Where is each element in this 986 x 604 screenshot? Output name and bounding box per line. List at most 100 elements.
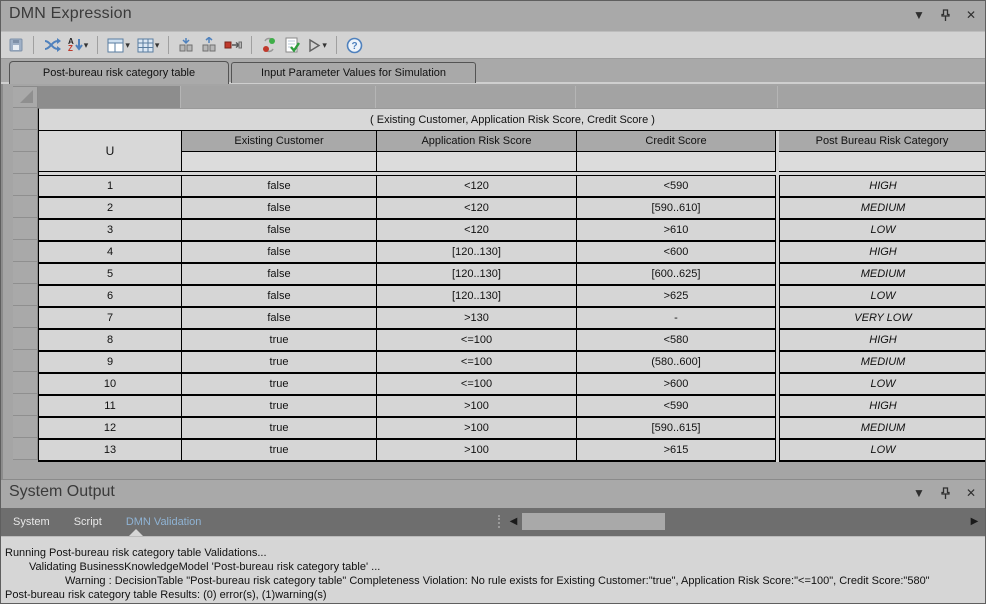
rule-input-cell[interactable]: true (182, 352, 377, 374)
rule-input-cell[interactable]: >615 (577, 440, 776, 462)
rule-output-cell[interactable]: LOW (779, 286, 986, 308)
rule-input-cell[interactable]: <120 (377, 176, 577, 198)
menu-dropdown-icon[interactable]: ▼ (911, 7, 927, 23)
select-all-cell[interactable] (13, 86, 38, 108)
simulate-icon[interactable] (260, 36, 278, 54)
row-selector[interactable] (13, 328, 38, 350)
split-cells-icon[interactable] (200, 36, 218, 54)
rule-number-cell[interactable]: 9 (39, 352, 182, 374)
rule-number-cell[interactable]: 12 (39, 418, 182, 440)
column-header-existing-customer[interactable]: Existing Customer (182, 131, 377, 152)
output-tab-script[interactable]: Script (62, 508, 114, 536)
rule-input-cell[interactable]: - (577, 308, 776, 330)
rule-input-cell[interactable]: false (182, 198, 377, 220)
tab-post-bureau-risk-category-table[interactable]: Post-bureau risk category table (9, 61, 229, 84)
sort-az-icon[interactable]: AZ ▾ (67, 37, 89, 54)
scroll-left-icon[interactable]: ◀ (506, 512, 521, 531)
column-header-post-bureau-risk-category[interactable]: Post Bureau Risk Category (779, 131, 986, 152)
rule-input-cell[interactable]: [590..615] (577, 418, 776, 440)
rule-input-cell[interactable]: true (182, 330, 377, 352)
menu-dropdown-icon[interactable]: ▼ (911, 485, 927, 501)
rule-input-cell[interactable]: >100 (377, 440, 577, 462)
rule-output-cell[interactable]: LOW (779, 220, 986, 242)
rule-output-cell[interactable]: HIGH (779, 396, 986, 418)
save-icon[interactable] (7, 36, 25, 54)
shuffle-rules-icon[interactable] (42, 37, 62, 53)
row-selector[interactable] (13, 152, 38, 174)
rule-output-cell[interactable]: MEDIUM (779, 352, 986, 374)
rule-input-cell[interactable]: [590..610] (577, 198, 776, 220)
tab-input-parameter-values-for-simulation[interactable]: Input Parameter Values for Simulation (231, 62, 476, 83)
rule-input-cell[interactable]: [120..130] (377, 286, 577, 308)
table-style-icon[interactable]: ▾ (106, 37, 131, 54)
rule-output-cell[interactable]: MEDIUM (779, 418, 986, 440)
merge-cells-icon[interactable] (177, 36, 195, 54)
rule-output-cell[interactable]: LOW (779, 374, 986, 396)
rule-input-cell[interactable]: true (182, 418, 377, 440)
rule-number-cell[interactable]: 6 (39, 286, 182, 308)
pin-icon[interactable] (937, 485, 953, 501)
sheet-header-cell[interactable] (38, 86, 181, 108)
rule-input-cell[interactable]: <=100 (377, 330, 577, 352)
row-selector[interactable] (13, 350, 38, 372)
rule-output-cell[interactable]: VERY LOW (779, 308, 986, 330)
rule-input-cell[interactable]: <=100 (377, 374, 577, 396)
rule-number-cell[interactable]: 10 (39, 374, 182, 396)
rule-number-cell[interactable]: 8 (39, 330, 182, 352)
rule-input-cell[interactable]: false (182, 242, 377, 264)
row-selector[interactable] (13, 174, 38, 196)
append-rule-icon[interactable] (223, 38, 243, 52)
rule-input-cell[interactable]: true (182, 396, 377, 418)
hit-policy-cell[interactable]: U (39, 131, 182, 172)
sort-caret-icon[interactable]: ▾ (84, 40, 89, 50)
rule-input-cell[interactable]: >130 (377, 308, 577, 330)
sheet-header-cell[interactable] (778, 86, 986, 108)
rule-number-cell[interactable]: 2 (39, 198, 182, 220)
expression-subheader-cell[interactable] (577, 152, 776, 172)
run-simulation-icon[interactable]: ▾ (306, 37, 328, 54)
table-grid-icon[interactable]: ▾ (136, 37, 161, 54)
rule-number-cell[interactable]: 11 (39, 396, 182, 418)
rule-input-cell[interactable]: [120..130] (377, 264, 577, 286)
table-grid-caret-icon[interactable]: ▾ (155, 40, 160, 50)
close-icon[interactable]: ✕ (963, 485, 979, 501)
rule-input-cell[interactable]: [120..130] (377, 242, 577, 264)
rule-number-cell[interactable]: 5 (39, 264, 182, 286)
row-selector[interactable] (13, 284, 38, 306)
row-selector[interactable] (13, 240, 38, 262)
column-header-credit-score[interactable]: Credit Score (577, 131, 776, 152)
output-tab-system[interactable]: System (1, 508, 62, 536)
sheet-header-cell[interactable] (376, 86, 576, 108)
row-selector[interactable] (13, 416, 38, 438)
rule-input-cell[interactable]: false (182, 220, 377, 242)
rule-input-cell[interactable]: <590 (577, 176, 776, 198)
row-selector[interactable] (13, 394, 38, 416)
rule-input-cell[interactable]: false (182, 176, 377, 198)
rule-input-cell[interactable]: false (182, 264, 377, 286)
help-icon[interactable]: ? (345, 36, 364, 55)
row-selector[interactable] (13, 196, 38, 218)
parameter-annotation[interactable]: ( Existing Customer, Application Risk Sc… (38, 108, 986, 131)
expression-subheader-cell[interactable] (377, 152, 577, 172)
pin-icon[interactable] (937, 7, 953, 23)
rule-output-cell[interactable]: MEDIUM (779, 264, 986, 286)
rule-input-cell[interactable]: <=100 (377, 352, 577, 374)
row-selector[interactable] (13, 306, 38, 328)
expression-subheader-cell[interactable] (779, 152, 986, 172)
row-selector[interactable] (13, 218, 38, 240)
rule-number-cell[interactable]: 3 (39, 220, 182, 242)
scrollbar-thumb[interactable] (522, 513, 665, 530)
rule-input-cell[interactable]: <120 (377, 198, 577, 220)
rule-input-cell[interactable]: true (182, 440, 377, 462)
table-style-caret-icon[interactable]: ▾ (125, 40, 130, 50)
row-selector[interactable] (13, 262, 38, 284)
rule-input-cell[interactable]: [600..625] (577, 264, 776, 286)
scroll-right-icon[interactable]: ▶ (967, 512, 982, 531)
expression-subheader-cell[interactable] (182, 152, 377, 172)
run-caret-icon[interactable]: ▾ (322, 40, 327, 50)
rule-input-cell[interactable]: <120 (377, 220, 577, 242)
rule-number-cell[interactable]: 4 (39, 242, 182, 264)
rule-input-cell[interactable]: <580 (577, 330, 776, 352)
rule-input-cell[interactable]: >625 (577, 286, 776, 308)
rule-input-cell[interactable]: false (182, 286, 377, 308)
